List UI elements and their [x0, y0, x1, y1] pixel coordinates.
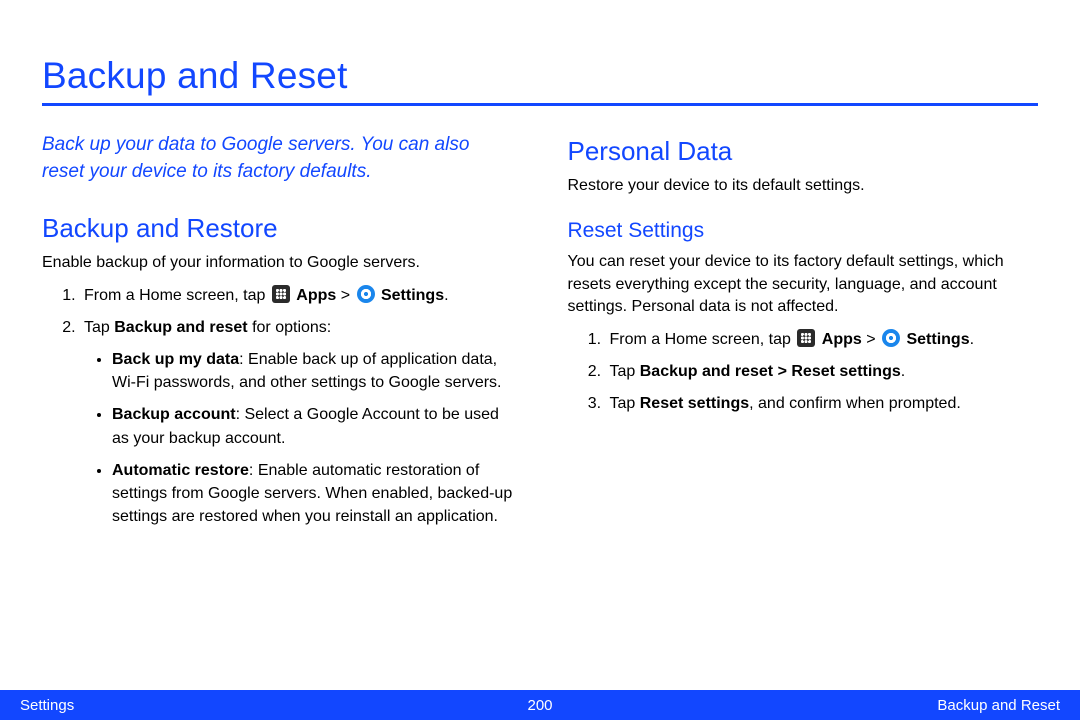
footer-right: Backup and Reset	[937, 697, 1060, 714]
lead-backup-restore: Enable backup of your information to Goo…	[42, 252, 513, 274]
bold: Reset settings	[640, 395, 749, 412]
left-step-2: Tap Backup and reset for options: Back u…	[80, 316, 513, 529]
bold: Backup and reset	[114, 319, 247, 336]
footer-left: Settings	[20, 697, 74, 714]
text: Tap	[610, 395, 640, 412]
text: From a Home screen, tap	[84, 287, 270, 304]
page-footer: Settings 200 Backup and Reset	[0, 690, 1080, 720]
apps-label: Apps	[296, 287, 336, 304]
text: >	[862, 331, 880, 348]
right-step-2: Tap Backup and reset > Reset settings.	[606, 360, 1039, 383]
heading-personal-data: Personal Data	[568, 136, 1039, 167]
text: >	[336, 287, 354, 304]
left-step-1: From a Home screen, tap Apps > Settings.	[80, 284, 513, 307]
text: .	[901, 363, 905, 380]
label: Automatic restore	[112, 462, 249, 479]
apps-label: Apps	[822, 331, 862, 348]
text: .	[444, 287, 448, 304]
bold: Backup and reset > Reset settings	[640, 363, 901, 380]
right-step-1: From a Home screen, tap Apps > Settings.	[606, 328, 1039, 351]
settings-label: Settings	[906, 331, 969, 348]
footer-page-number: 200	[527, 697, 552, 714]
paragraph-reset-settings: You can reset your device to its factory…	[568, 251, 1039, 318]
text: Tap	[610, 363, 640, 380]
heading-reset-settings: Reset Settings	[568, 219, 1039, 243]
text: Tap	[84, 319, 114, 336]
intro-blurb: Back up your data to Google servers. You…	[42, 132, 513, 185]
label: Back up my data	[112, 351, 239, 368]
page-title: Backup and Reset	[42, 55, 1038, 106]
settings-icon	[882, 329, 900, 347]
bullet-backup-my-data: Back up my data: Enable back up of appli…	[112, 348, 513, 394]
text: for options:	[248, 319, 332, 336]
lead-personal-data: Restore your device to its default setti…	[568, 175, 1039, 197]
settings-label: Settings	[381, 287, 444, 304]
heading-backup-restore: Backup and Restore	[42, 213, 513, 244]
text: From a Home screen, tap	[610, 331, 796, 348]
label: Backup account	[112, 406, 236, 423]
right-step-3: Tap Reset settings, and confirm when pro…	[606, 392, 1039, 415]
text: .	[970, 331, 974, 348]
apps-icon	[272, 285, 290, 303]
text: , and confirm when prompted.	[749, 395, 961, 412]
bullet-automatic-restore: Automatic restore: Enable automatic rest…	[112, 459, 513, 529]
bullet-backup-account: Backup account: Select a Google Account …	[112, 403, 513, 449]
settings-icon	[357, 285, 375, 303]
apps-icon	[797, 329, 815, 347]
